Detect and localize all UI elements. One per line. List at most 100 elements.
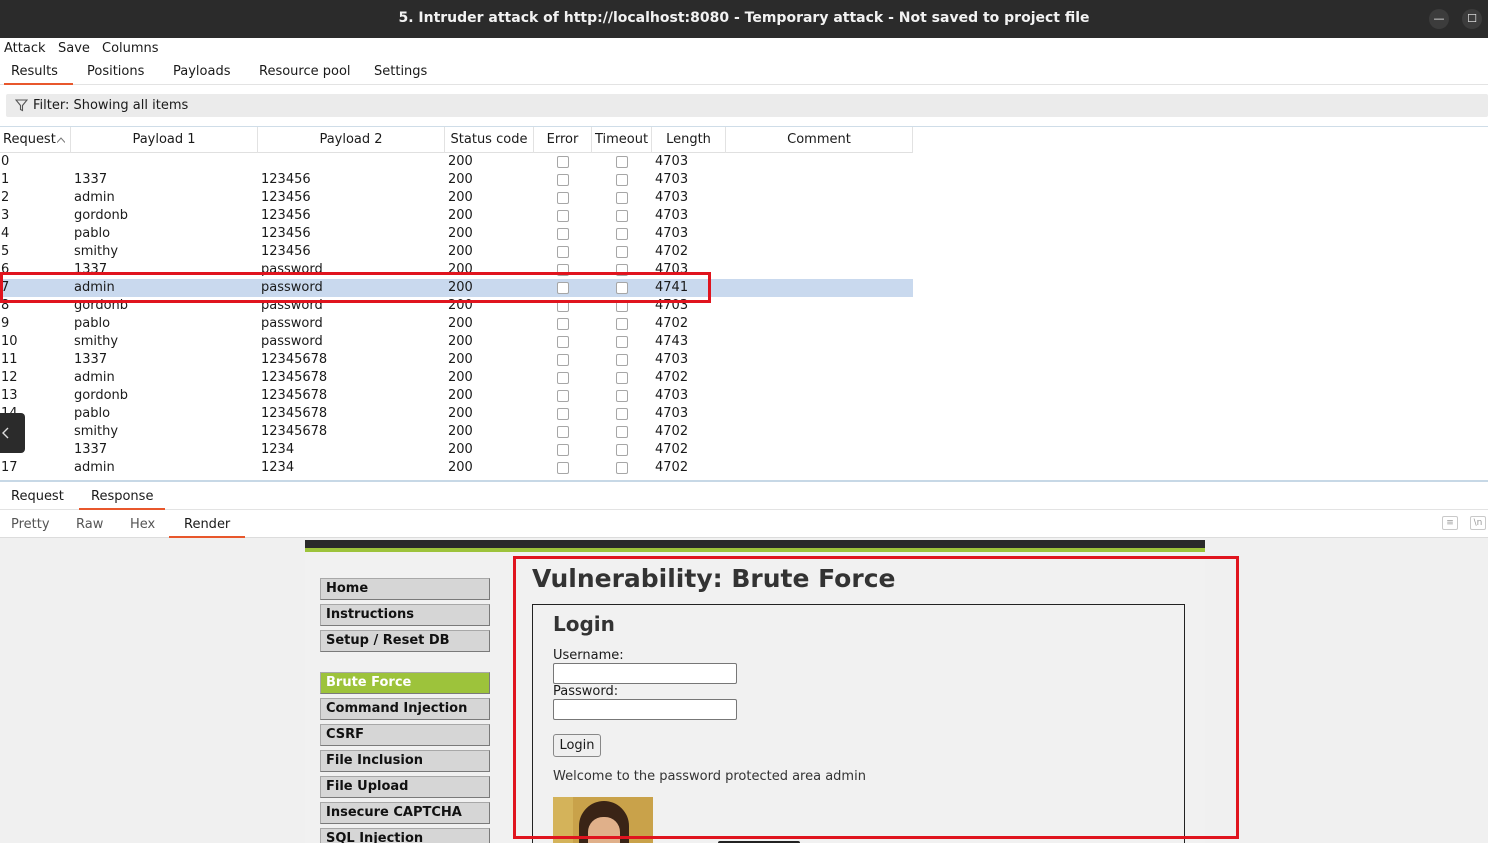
table-row[interactable]: 14pablo123456782004703: [0, 405, 913, 423]
nav-file-upload[interactable]: File Upload: [320, 776, 490, 798]
cell-payload2: password: [261, 316, 323, 331]
error-checkbox[interactable]: [557, 444, 569, 456]
col-comment[interactable]: Comment: [726, 127, 913, 153]
cell-payload2: 12345678: [261, 388, 328, 403]
table-header: Request Payload 1 Payload 2 Status code …: [0, 127, 913, 153]
error-checkbox[interactable]: [557, 372, 569, 384]
nav-instructions[interactable]: Instructions: [320, 604, 490, 626]
timeout-checkbox[interactable]: [616, 246, 628, 258]
nav-csrf[interactable]: CSRF: [320, 724, 490, 746]
timeout-checkbox[interactable]: [616, 408, 628, 420]
nav-brute-force[interactable]: Brute Force: [320, 672, 490, 694]
cell-status: 200: [448, 352, 473, 367]
col-timeout[interactable]: Timeout: [592, 127, 652, 153]
wrap-lines-icon[interactable]: ≡: [1442, 516, 1458, 530]
cell-request: 2: [1, 190, 10, 205]
cell-payload2: 123456: [261, 190, 311, 205]
cell-status: 200: [448, 460, 473, 475]
error-checkbox[interactable]: [557, 336, 569, 348]
timeout-checkbox[interactable]: [616, 318, 628, 330]
tab-resource-pool[interactable]: Resource pool: [259, 64, 351, 83]
error-checkbox[interactable]: [557, 426, 569, 438]
cell-payload2: 12345678: [261, 406, 328, 421]
timeout-checkbox[interactable]: [616, 390, 628, 402]
error-checkbox[interactable]: [557, 462, 569, 474]
tab-raw[interactable]: Raw: [76, 517, 103, 536]
timeout-checkbox[interactable]: [616, 192, 628, 204]
tab-hex[interactable]: Hex: [130, 517, 155, 536]
table-row[interactable]: 0 200 4703: [0, 153, 913, 171]
tab-response[interactable]: Response: [79, 489, 166, 510]
menu-columns[interactable]: Columns: [102, 41, 159, 56]
cell-length: 4703: [655, 154, 689, 169]
timeout-checkbox[interactable]: [616, 462, 628, 474]
timeout-checkbox[interactable]: [616, 174, 628, 186]
col-payload1[interactable]: Payload 1: [71, 127, 258, 153]
tab-pretty[interactable]: Pretty: [11, 517, 50, 536]
nav-setup-reset-db[interactable]: Setup / Reset DB: [320, 630, 490, 652]
cell-payload1: gordonb: [74, 388, 129, 403]
tab-render[interactable]: Render: [169, 517, 246, 538]
cell-status: 200: [448, 370, 473, 385]
minimize-button[interactable]: —: [1429, 9, 1449, 29]
tab-settings[interactable]: Settings: [374, 64, 427, 83]
nav-sql-injection[interactable]: SQL Injection: [320, 828, 490, 843]
col-status[interactable]: Status code: [445, 127, 534, 153]
error-checkbox[interactable]: [557, 354, 569, 366]
timeout-checkbox[interactable]: [616, 426, 628, 438]
timeout-checkbox[interactable]: [616, 228, 628, 240]
table-row[interactable]: 9 pablo password 200 4702: [0, 315, 913, 333]
error-checkbox[interactable]: [557, 390, 569, 402]
table-row[interactable]: 11 1337 12345678 200 4703: [0, 351, 913, 369]
table-row[interactable]: 1 1337 123456 200 4703: [0, 171, 913, 189]
col-request[interactable]: Request: [0, 127, 71, 153]
menu-attack[interactable]: Attack: [4, 41, 46, 56]
filter-bar[interactable]: Filter: Showing all items: [6, 94, 1488, 117]
nav-home[interactable]: Home: [320, 578, 490, 600]
timeout-checkbox[interactable]: [616, 156, 628, 168]
table-row[interactable]: 4 pablo 123456 200 4703: [0, 225, 913, 243]
error-checkbox[interactable]: [557, 408, 569, 420]
error-checkbox[interactable]: [557, 192, 569, 204]
cell-payload1: admin: [74, 370, 115, 385]
error-checkbox[interactable]: [557, 156, 569, 168]
maximize-button[interactable]: ☐: [1462, 9, 1482, 29]
table-row[interactable]: 16133712342004702: [0, 441, 913, 459]
table-row[interactable]: 17 admin 1234 200 4702: [0, 459, 913, 477]
cell-payload2: 1234: [261, 460, 295, 475]
cell-status: 200: [448, 172, 473, 187]
tab-request[interactable]: Request: [11, 489, 64, 508]
table-row[interactable]: 10 smithy password 200 4743: [0, 333, 913, 351]
nav-command-injection[interactable]: Command Injection: [320, 698, 490, 720]
table-row[interactable]: 5 smithy 123456 200 4702: [0, 243, 913, 261]
cell-request: 4: [1, 226, 10, 241]
tab-results[interactable]: Results: [4, 64, 73, 85]
tab-payloads[interactable]: Payloads: [173, 64, 230, 83]
nav-file-inclusion[interactable]: File Inclusion: [320, 750, 490, 772]
nav-insecure-captcha[interactable]: Insecure CAPTCHA: [320, 802, 490, 824]
table-row[interactable]: 12 admin 12345678 200 4702: [0, 369, 913, 387]
table-row[interactable]: 13 gordonb 12345678 200 4703: [0, 387, 913, 405]
col-payload2[interactable]: Payload 2: [258, 127, 445, 153]
collapse-handle[interactable]: [0, 413, 25, 453]
error-checkbox[interactable]: [557, 318, 569, 330]
tab-positions[interactable]: Positions: [87, 64, 144, 83]
menu-save[interactable]: Save: [58, 41, 90, 56]
error-checkbox[interactable]: [557, 246, 569, 258]
table-row[interactable]: 3 gordonb 123456 200 4703: [0, 207, 913, 225]
timeout-checkbox[interactable]: [616, 336, 628, 348]
col-length[interactable]: Length: [652, 127, 726, 153]
error-checkbox[interactable]: [557, 210, 569, 222]
table-row[interactable]: 2 admin 123456 200 4703: [0, 189, 913, 207]
table-row[interactable]: 15smithy123456782004702: [0, 423, 913, 441]
timeout-checkbox[interactable]: [616, 210, 628, 222]
cell-length: 4702: [655, 442, 689, 457]
timeout-checkbox[interactable]: [616, 372, 628, 384]
error-checkbox[interactable]: [557, 228, 569, 240]
col-error[interactable]: Error: [534, 127, 592, 153]
timeout-checkbox[interactable]: [616, 354, 628, 366]
error-checkbox[interactable]: [557, 174, 569, 186]
newline-toggle-icon[interactable]: \n: [1470, 516, 1486, 530]
cell-payload2: 123456: [261, 172, 311, 187]
timeout-checkbox[interactable]: [616, 444, 628, 456]
